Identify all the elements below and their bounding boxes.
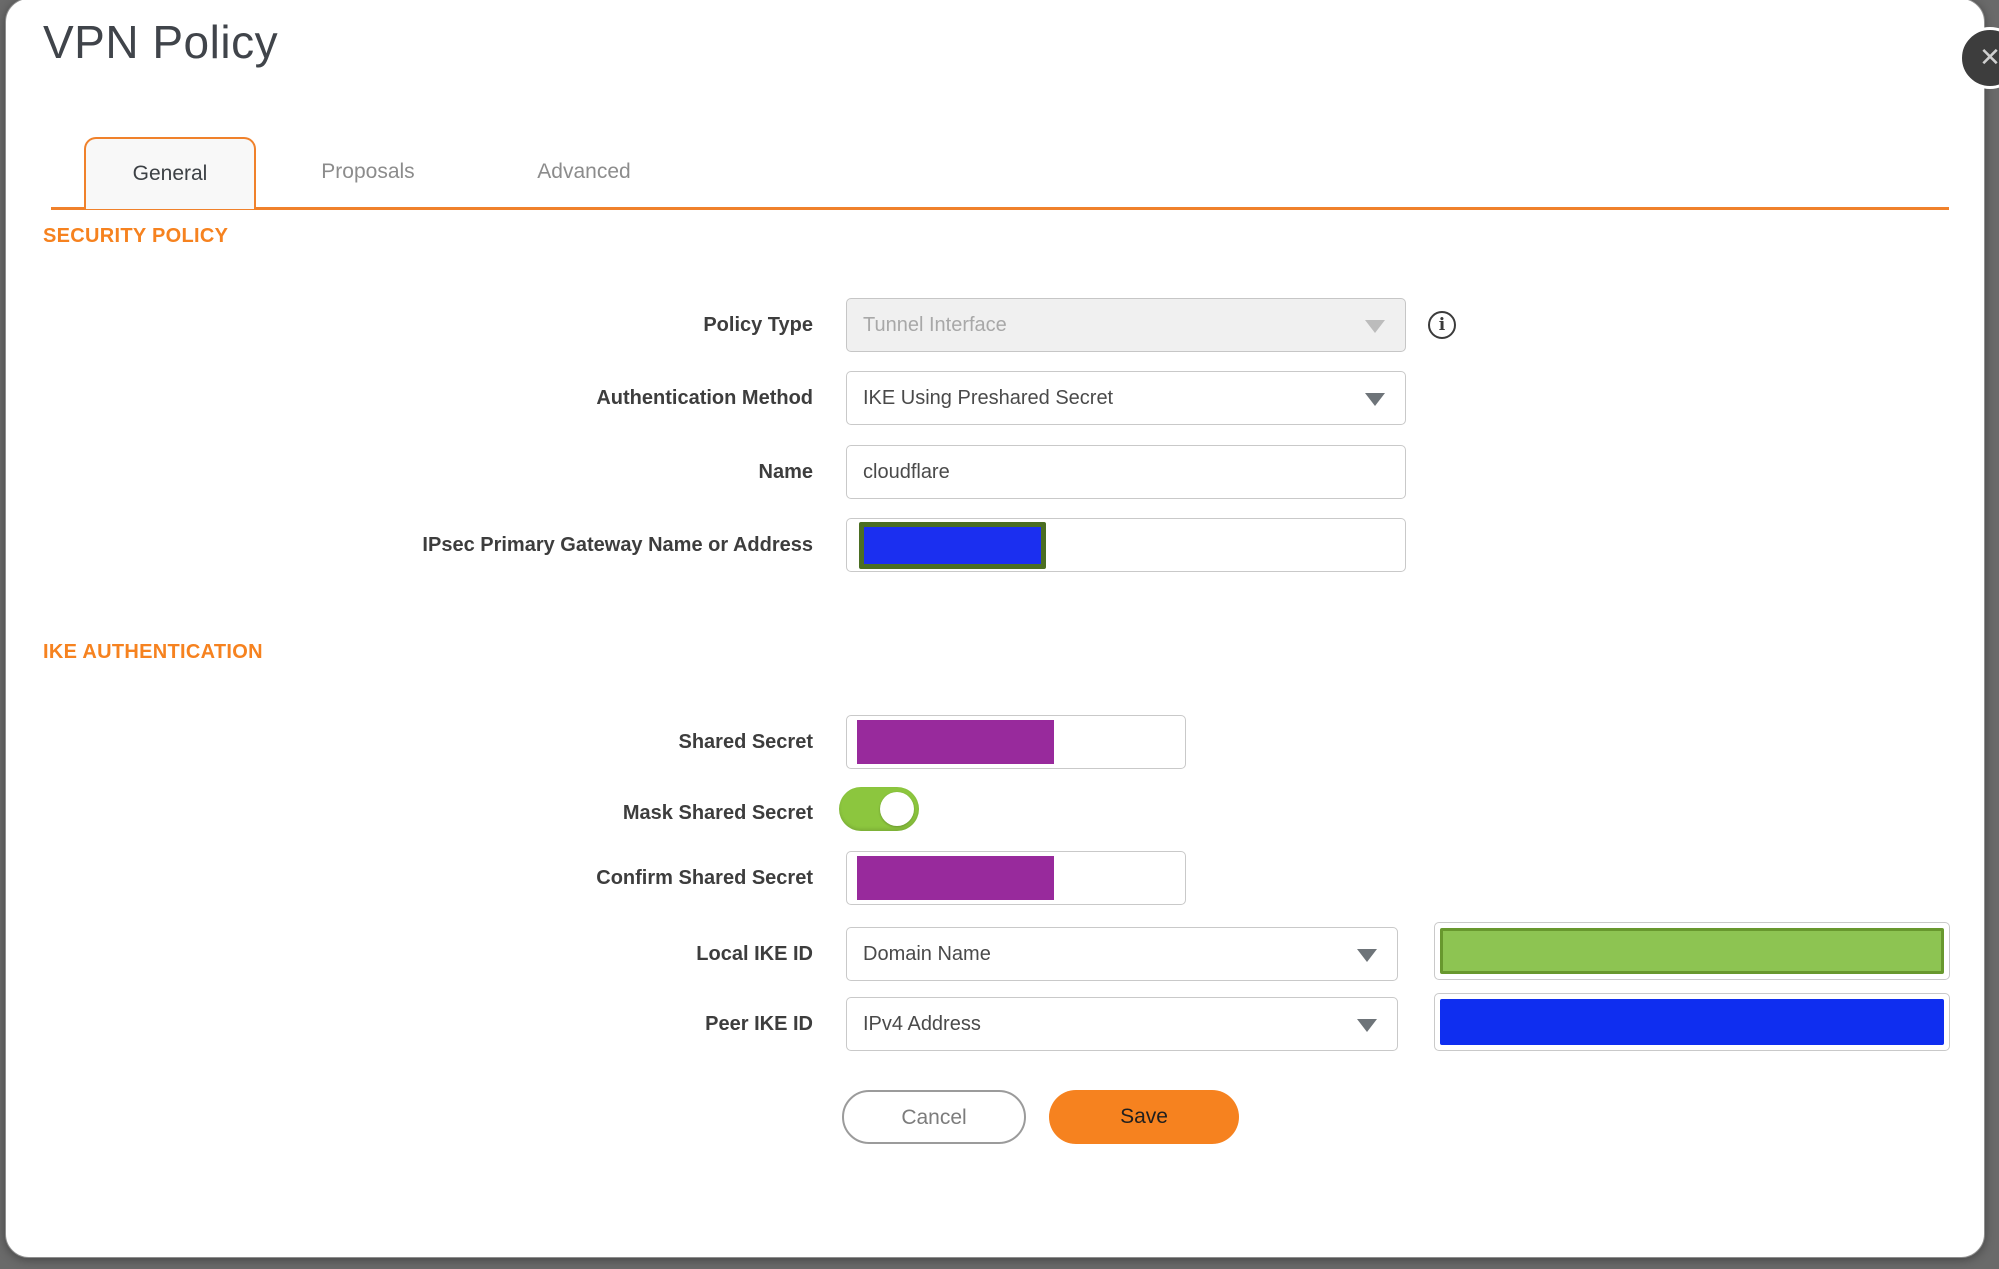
save-button[interactable]: Save [1049,1090,1239,1144]
chevron-down-icon [1357,1019,1377,1032]
peer-ike-id-value-input[interactable] [1434,993,1950,1051]
confirm-shared-secret-redacted-value [857,856,1054,900]
shared-secret-redacted-value [857,720,1054,764]
policy-type-value: Tunnel Interface [863,314,1007,336]
local-ike-id-label: Local IKE ID [696,943,813,965]
confirm-shared-secret-label: Confirm Shared Secret [596,867,813,889]
vpn-policy-dialog: VPN Policy General Proposals Advanced SE… [5,0,1985,1258]
chevron-down-icon [1357,949,1377,962]
local-ike-id-type: Domain Name [863,943,991,965]
policy-type-label: Policy Type [703,314,813,336]
chevron-down-icon [1365,393,1385,406]
page-title: VPN Policy [43,16,279,68]
peer-ike-id-label: Peer IKE ID [705,1013,813,1035]
local-ike-id-redacted-value [1440,928,1944,974]
shared-secret-label: Shared Secret [678,731,813,753]
info-icon[interactable]: i [1428,311,1456,339]
authentication-method-dropdown[interactable]: IKE Using Preshared Secret [846,371,1406,425]
tab-proposals[interactable]: Proposals [268,137,468,211]
peer-ike-id-redacted-value [1440,999,1944,1045]
mask-shared-secret-label: Mask Shared Secret [622,802,813,824]
chevron-down-icon [1365,320,1385,333]
section-heading-security-policy: SECURITY POLICY [43,225,229,247]
name-input[interactable] [846,445,1406,499]
policy-type-dropdown: Tunnel Interface [846,298,1406,352]
section-heading-ike-authentication: IKE AUTHENTICATION [43,641,263,663]
cancel-button[interactable]: Cancel [842,1090,1026,1144]
tab-general[interactable]: General [84,137,256,209]
local-ike-id-value-input[interactable] [1434,922,1950,980]
gateway-label: IPsec Primary Gateway Name or Address [422,534,813,556]
peer-ike-id-type: IPv4 Address [863,1013,981,1035]
authentication-method-value: IKE Using Preshared Secret [863,387,1114,409]
local-ike-id-dropdown[interactable]: Domain Name [846,927,1398,981]
mask-shared-secret-toggle[interactable] [839,787,919,831]
name-label: Name [758,461,813,483]
toggle-knob [880,792,914,826]
authentication-method-label: Authentication Method [596,387,813,409]
gateway-redacted-value [859,522,1046,569]
tab-advanced[interactable]: Advanced [484,137,684,211]
peer-ike-id-dropdown[interactable]: IPv4 Address [846,997,1398,1051]
